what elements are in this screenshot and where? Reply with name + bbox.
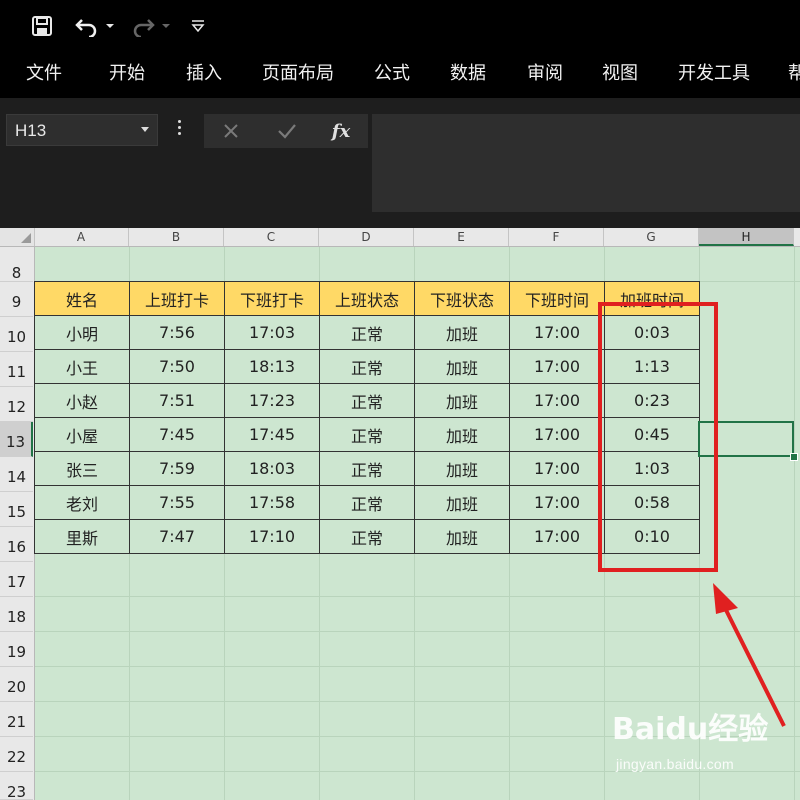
tab-data[interactable]: 数据 bbox=[450, 52, 486, 98]
tab-home[interactable]: 开始 bbox=[109, 52, 145, 98]
name-box[interactable]: H13 bbox=[6, 114, 158, 146]
formula-buttons: fx bbox=[204, 114, 368, 148]
undo-dropdown-icon[interactable] bbox=[104, 12, 116, 40]
tab-insert[interactable]: 插入 bbox=[186, 52, 222, 98]
cancel-icon[interactable] bbox=[216, 118, 246, 144]
ribbon-tabs: 文件 开始 插入 页面布局 公式 数据 审阅 视图 开发工具 帮 bbox=[0, 52, 800, 98]
fx-label: fx bbox=[331, 120, 351, 142]
quick-access-toolbar bbox=[0, 0, 800, 52]
chevron-down-icon[interactable] bbox=[141, 127, 149, 132]
customize-qat-icon[interactable] bbox=[188, 12, 208, 40]
tab-review[interactable]: 审阅 bbox=[527, 52, 563, 98]
tab-file[interactable]: 文件 bbox=[26, 52, 62, 98]
tab-page-layout[interactable]: 页面布局 bbox=[262, 52, 334, 98]
worksheet-grid[interactable]: A B C D E F G H 8 9 10 11 12 13 14 15 16… bbox=[0, 228, 800, 800]
redo-dropdown-icon[interactable] bbox=[160, 12, 172, 40]
formula-input[interactable] bbox=[372, 114, 800, 212]
insert-function-button[interactable]: fx bbox=[326, 118, 356, 144]
redo-icon[interactable] bbox=[128, 12, 158, 40]
tab-developer[interactable]: 开发工具 bbox=[678, 52, 750, 98]
undo-icon[interactable] bbox=[72, 12, 102, 40]
watermark-url: jingyan.baidu.com bbox=[616, 756, 734, 772]
tab-formulas[interactable]: 公式 bbox=[374, 52, 410, 98]
name-box-value: H13 bbox=[15, 121, 47, 140]
baidu-watermark: Baidu经验 jingyan.baidu.com bbox=[612, 704, 798, 794]
formula-bar-area: H13 fx bbox=[0, 98, 800, 228]
tab-help[interactable]: 帮 bbox=[788, 52, 800, 98]
more-options-icon[interactable] bbox=[178, 120, 182, 138]
checkmark-icon[interactable] bbox=[272, 118, 302, 144]
tab-view[interactable]: 视图 bbox=[602, 52, 638, 98]
baidu-logo: Baidu经验 bbox=[612, 712, 769, 747]
save-icon[interactable] bbox=[28, 12, 56, 40]
